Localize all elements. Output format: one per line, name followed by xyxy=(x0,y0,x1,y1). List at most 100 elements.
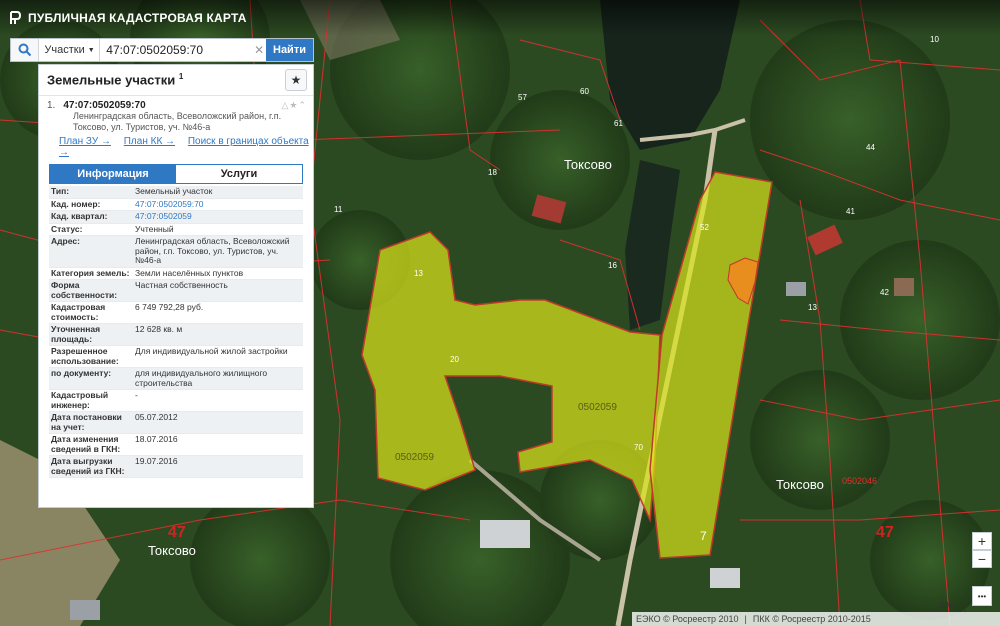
cadastral-number-link[interactable]: 47:07:0502059:70 xyxy=(133,199,303,211)
parcel-actions: △★⌃ xyxy=(281,100,307,111)
row-label: Адрес: xyxy=(51,236,80,246)
copyright-right: ПКК © Росреестр 2010-2015 xyxy=(752,614,871,624)
panel-title: Земельные участки 1 xyxy=(47,72,183,87)
panel-title-text: Земельные участки xyxy=(47,72,176,88)
table-row: Адрес: Ленинградская область, Всеволожски… xyxy=(49,236,303,268)
row-value: Частная собственность xyxy=(135,280,228,290)
lot-number: 13 xyxy=(808,303,817,312)
lot-number: 41 xyxy=(846,207,855,216)
table-row: Категория земель: Земли населённых пункто… xyxy=(49,267,303,280)
info-panel: Земельные участки 1 ★ 1. 47:07:0502059:7… xyxy=(38,64,314,508)
zoom-in-button[interactable]: + xyxy=(972,532,992,550)
plan-kk-link[interactable]: План КК → xyxy=(124,136,175,147)
plan-zu-link[interactable]: План ЗУ → xyxy=(59,136,111,147)
parcel-label: 0502059 xyxy=(395,452,434,463)
place-label-toksovo: Токсово xyxy=(564,157,612,172)
lot-number: 61 xyxy=(614,119,623,128)
lot-number: 18 xyxy=(488,168,497,177)
lot-number: 57 xyxy=(518,93,527,102)
search-icon[interactable] xyxy=(11,39,40,61)
row-label: Уточненная площадь: xyxy=(51,324,101,344)
app-title[interactable]: ПУБЛИЧНАЯ КАДАСТРОВАЯ КАРТА xyxy=(8,9,247,27)
row-value: - xyxy=(135,390,138,400)
table-row: Кад. квартал: 47:07:0502059 xyxy=(49,211,303,224)
row-value: Ленинградская область, Всеволожский райо… xyxy=(135,236,290,265)
row-label: Кад. квартал: xyxy=(51,211,108,221)
row-value: Для индивидуальной жилой застройки xyxy=(135,346,288,356)
row-value: Земельный участок xyxy=(135,186,213,196)
tab-info[interactable]: Информация xyxy=(50,165,176,183)
chevron-up-icon[interactable]: ⌃ xyxy=(298,100,307,110)
scale-label: 30м xyxy=(940,601,954,610)
row-label: по документу: xyxy=(51,368,112,378)
lot-number: 20 xyxy=(450,355,459,364)
table-row: Дата выгрузки сведений из ГКН: 19.07.2016 xyxy=(49,456,303,478)
footer-separator: | xyxy=(744,614,747,624)
copyright-footer: ЕЭКО © Росреестр 2010 | ПКК © Росреестр … xyxy=(632,612,1000,626)
cadastral-quarter-link[interactable]: 47:07:0502059 xyxy=(133,211,303,223)
row-label: Кад. номер: xyxy=(51,198,101,209)
row-label: Форма собственности: xyxy=(51,280,118,300)
parcel-item[interactable]: 1. 47:07:0502059:70 Ленинградская област… xyxy=(39,96,313,133)
row-value: 19.07.2016 xyxy=(135,456,178,466)
lot-number: 60 xyxy=(580,87,589,96)
row-value: 12 628 кв. м xyxy=(135,324,183,334)
more-options-button[interactable]: ••• xyxy=(972,586,992,606)
table-row: Тип: Земельный участок xyxy=(49,186,303,199)
parcel-label: 0502059 xyxy=(578,402,617,413)
table-row: по документу: для индивидуального жилищно… xyxy=(49,368,303,390)
lot-number: 44 xyxy=(866,143,875,152)
lot-number: 10 xyxy=(930,35,939,44)
place-label-toksovo: Токсово xyxy=(776,477,824,492)
zoom-out-button[interactable]: − xyxy=(972,550,992,568)
tab-services[interactable]: Услуги xyxy=(176,165,302,183)
row-label: Кадастровая стоимость: xyxy=(51,302,106,322)
lot-number: 42 xyxy=(880,288,889,297)
row-label: Тип: xyxy=(51,186,70,196)
panel-tabs: Информация Услуги xyxy=(49,164,303,184)
magnifier-icon xyxy=(18,43,31,57)
favorite-star-button[interactable]: ★ xyxy=(285,69,307,91)
place-label-toksovo: Токсово xyxy=(148,543,196,558)
search-type-label: Участки xyxy=(44,44,85,56)
road-number-label: 47 xyxy=(876,524,894,541)
panel-header: Земельные участки 1 ★ xyxy=(39,65,313,96)
parcel-label: 0502046 xyxy=(842,476,877,486)
row-label: Дата выгрузки сведений из ГКН: xyxy=(51,456,125,476)
row-value: 18.07.2016 xyxy=(135,434,178,444)
table-row: Дата изменения сведений в ГКН: 18.07.2016 xyxy=(49,434,303,456)
search-type-select[interactable]: Участки ▼ xyxy=(39,39,101,61)
row-label: Дата изменения сведений в ГКН: xyxy=(51,434,121,454)
parcel-index: 1. xyxy=(47,100,56,111)
row-label: Статус: xyxy=(51,223,83,234)
road-number-label: 47 xyxy=(168,524,186,541)
rosreestr-logo-icon xyxy=(10,11,22,24)
search-bar: Участки ▼ ✕ Найти xyxy=(10,38,314,62)
table-row: Уточненная площадь: 12 628 кв. м xyxy=(49,324,303,346)
row-value: Земли населённых пунктов xyxy=(135,267,244,278)
row-value: для индивидуального жилищного строительс… xyxy=(135,368,268,388)
search-input[interactable] xyxy=(100,39,253,61)
find-button[interactable]: Найти xyxy=(265,39,313,61)
parcel-links: План ЗУ → План КК → Поиск в границах объ… xyxy=(59,136,313,158)
row-value: Учтенный xyxy=(135,223,174,234)
lot-number: 7 xyxy=(700,529,707,543)
row-value: 05.07.2012 xyxy=(135,412,178,422)
lot-number: 11 xyxy=(334,205,343,214)
info-table: Тип: Земельный участок Кад. номер: 47:07:0… xyxy=(49,186,303,478)
table-row: Кад. номер: 47:07:0502059:70 xyxy=(49,198,303,211)
copyright-left: ЕЭКО © Росреестр 2010 xyxy=(636,614,739,624)
parcel-address: Ленинградская область, Всеволожский райо… xyxy=(73,111,282,132)
row-label: Кадастровый инженер: xyxy=(51,390,109,410)
table-row: Форма собственности: Частная собственност… xyxy=(49,280,303,302)
table-row: Статус: Учтенный xyxy=(49,223,303,236)
row-label: Разрешенное использование: xyxy=(51,346,119,366)
parcel-number: 47:07:0502059:70 xyxy=(63,100,146,111)
lot-number: 16 xyxy=(608,261,617,270)
lot-number: 52 xyxy=(700,223,709,232)
row-value: 6 749 792,28 руб. xyxy=(135,302,204,312)
table-row: Кадастровый инженер: - xyxy=(49,390,303,412)
clear-icon[interactable]: ✕ xyxy=(252,39,266,61)
table-row: Дата постановки на учет: 05.07.2012 xyxy=(49,412,303,434)
top-bar: ПУБЛИЧНАЯ КАДАСТРОВАЯ КАРТА xyxy=(0,0,1000,36)
